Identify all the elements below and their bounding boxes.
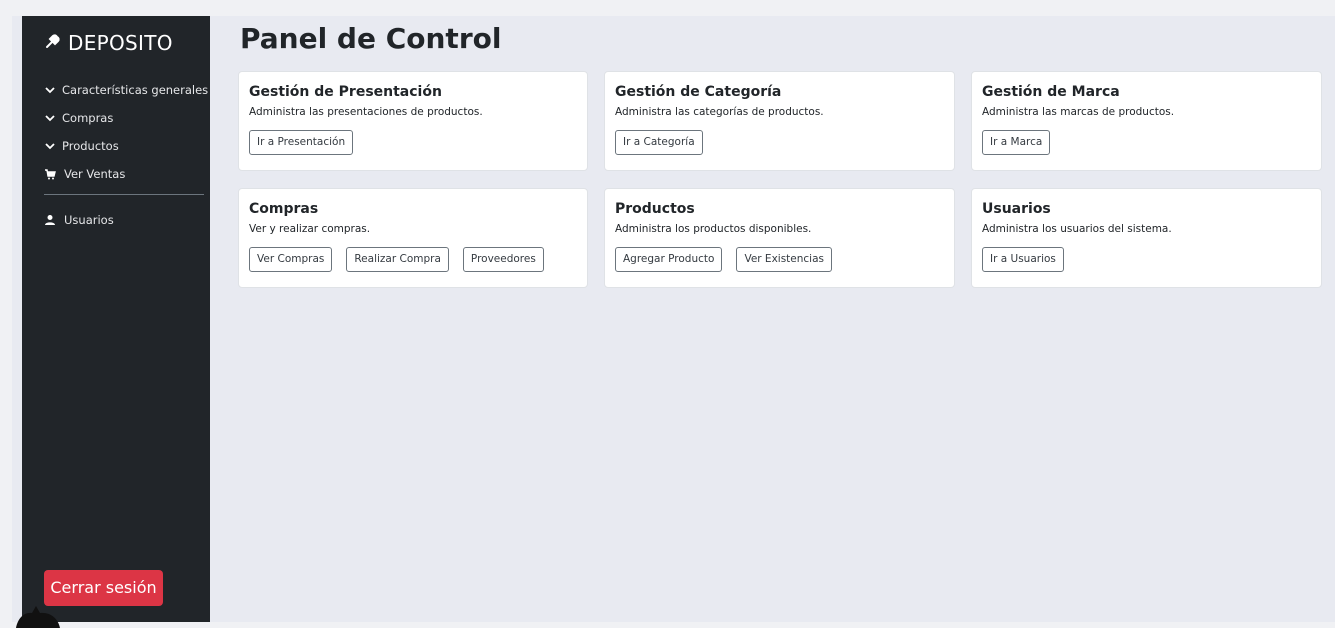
ir-a-usuarios-button[interactable]: Ir a Usuarios (982, 247, 1064, 272)
card-actions: Ir a Presentación (249, 130, 577, 155)
card-actions: Ir a Marca (982, 130, 1311, 155)
card-presentacion: Gestión de Presentación Administra las p… (238, 71, 588, 171)
sidebar-nav: Características generales Compras Produc… (44, 76, 208, 188)
mascot-icon (16, 606, 60, 628)
app-frame: DEPOSITO Características generales Compr… (12, 16, 1335, 622)
agregar-producto-button[interactable]: Agregar Producto (615, 247, 723, 272)
pin-icon (44, 31, 62, 55)
card-actions: Ir a Categoría (615, 130, 944, 155)
sidebar-item-label: Características generales (62, 83, 209, 97)
card-description: Administra los productos disponibles. (615, 223, 812, 235)
chevron-down-icon (44, 112, 56, 124)
user-icon (44, 214, 56, 226)
card-description: Administra los usuarios del sistema. (982, 223, 1172, 235)
card-title: Compras (249, 201, 319, 217)
card-description: Administra las categorías de productos. (615, 106, 824, 118)
sidebar-item-caracteristicas[interactable]: Características generales (44, 76, 208, 104)
card-description: Administra las marcas de productos. (982, 106, 1175, 118)
sidebar-item-label: Usuarios (64, 213, 114, 227)
card-productos: Productos Administra los productos dispo… (604, 188, 955, 288)
card-description: Ver y realizar compras. (249, 223, 371, 235)
brand[interactable]: DEPOSITO (44, 29, 173, 57)
sidebar: DEPOSITO Características generales Compr… (22, 16, 210, 622)
logout-button[interactable]: Cerrar sesión (44, 570, 163, 606)
card-title: Gestión de Categoría (615, 84, 782, 100)
chevron-down-icon (44, 140, 56, 152)
sidebar-item-productos[interactable]: Productos (44, 132, 204, 160)
card-description: Administra las presentaciones de product… (249, 106, 483, 118)
proveedores-button[interactable]: Proveedores (462, 247, 544, 272)
sidebar-item-label: Ver Ventas (64, 167, 126, 181)
card-title: Gestión de Marca (982, 84, 1120, 100)
page-title: Panel de Control (240, 22, 502, 55)
sidebar-nav-secondary: Usuarios (44, 206, 204, 234)
card-title: Productos (615, 201, 695, 217)
card-actions: Ver Compras Realizar Compra Proveedores (249, 247, 577, 272)
ir-a-categoria-button[interactable]: Ir a Categoría (615, 130, 703, 155)
ir-a-marca-button[interactable]: Ir a Marca (982, 130, 1051, 155)
chevron-down-icon (44, 84, 56, 96)
card-title: Gestión de Presentación (249, 84, 442, 100)
sidebar-divider (44, 194, 204, 195)
sidebar-item-usuarios[interactable]: Usuarios (44, 206, 204, 234)
ir-a-presentacion-button[interactable]: Ir a Presentación (249, 130, 354, 155)
card-usuarios: Usuarios Administra los usuarios del sis… (971, 188, 1322, 288)
ver-compras-button[interactable]: Ver Compras (249, 247, 333, 272)
card-categoria: Gestión de Categoría Administra las cate… (604, 71, 955, 171)
sidebar-item-label: Productos (62, 139, 119, 153)
card-marca: Gestión de Marca Administra las marcas d… (971, 71, 1322, 171)
ver-existencias-button[interactable]: Ver Existencias (736, 247, 832, 272)
sidebar-item-ver-ventas[interactable]: Ver Ventas (44, 160, 204, 188)
sidebar-item-compras[interactable]: Compras (44, 104, 204, 132)
card-actions: Ir a Usuarios (982, 247, 1311, 272)
cart-icon (44, 168, 56, 180)
card-title: Usuarios (982, 201, 1051, 217)
brand-name: DEPOSITO (68, 31, 173, 55)
sidebar-item-label: Compras (62, 111, 114, 125)
card-actions: Agregar Producto Ver Existencias (615, 247, 944, 272)
realizar-compra-button[interactable]: Realizar Compra (346, 247, 449, 272)
card-compras: Compras Ver y realizar compras. Ver Comp… (238, 188, 588, 288)
